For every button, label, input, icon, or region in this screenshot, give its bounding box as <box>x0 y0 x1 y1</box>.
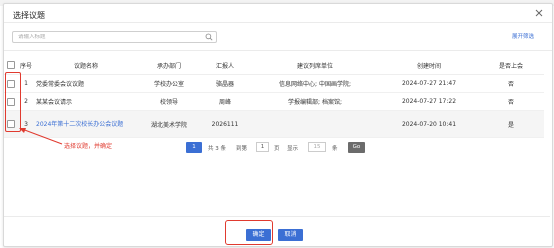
close-icon[interactable] <box>534 8 544 18</box>
cell-created: 2024-07-27 21:47 <box>380 74 478 93</box>
search-input[interactable] <box>18 34 198 40</box>
checkbox-highlight-box <box>5 72 21 132</box>
topic-table: 序号 议题名称 承办部门 汇报人 建议列席单位 创建时间 是否上会 1 党委常委… <box>4 56 544 138</box>
cell-units: 学报编辑部; 档案馆; <box>250 92 380 111</box>
col-header-units: 建议列席单位 <box>250 56 380 75</box>
page-unit-label: 页 <box>274 146 280 152</box>
col-header-created: 创建时间 <box>380 56 478 75</box>
dialog-title: 选择议题 <box>13 11 45 20</box>
cell-reporter: 周峰 <box>200 92 250 111</box>
col-header-dept: 承办部门 <box>138 56 200 75</box>
cell-meeting: 否 <box>478 74 544 93</box>
col-header-reporter: 汇报人 <box>200 56 250 75</box>
search-box <box>12 31 217 43</box>
cell-title: 某某会议请示 <box>34 92 138 111</box>
goto-page-input[interactable]: 1 <box>256 142 269 152</box>
go-button[interactable]: Go <box>348 142 365 153</box>
cell-created: 2024-07-27 17:22 <box>380 92 478 111</box>
total-count: 共 3 条 <box>208 146 226 152</box>
table-header-row: 序号 议题名称 承办部门 汇报人 建议列席单位 创建时间 是否上会 <box>4 56 544 75</box>
annotation-text: 选择议题，并确定 <box>64 143 113 150</box>
annotation-arrow-icon <box>19 128 63 145</box>
cell-units <box>250 110 380 138</box>
header-divider <box>4 22 552 23</box>
select-all-checkbox[interactable] <box>7 61 15 69</box>
col-header-meeting: 是否上会 <box>478 56 544 75</box>
cell-units: 信息网络中心; 中国画学院; <box>250 74 380 93</box>
search-icon[interactable] <box>205 33 213 41</box>
page-button-current[interactable]: 1 <box>186 142 202 153</box>
cell-reporter: 2026111 <box>200 110 250 138</box>
cell-title: 党委常委会议议题 <box>34 74 138 93</box>
cell-dept: 校领导 <box>138 92 200 111</box>
cell-created: 2024-07-20 10:41 <box>380 110 478 138</box>
col-header-title: 议题名称 <box>34 56 138 75</box>
expand-filter-link[interactable]: 展开筛选 <box>512 32 534 40</box>
size-unit-label: 条 <box>332 146 338 152</box>
cell-meeting: 否 <box>478 92 544 111</box>
cell-reporter: 骆晶器 <box>200 74 250 93</box>
cancel-button[interactable]: 取消 <box>278 229 303 241</box>
goto-label: 到第 <box>236 146 248 152</box>
footer-divider <box>4 216 550 217</box>
page-size-input[interactable]: 15 <box>308 142 326 152</box>
cell-dept: 湖北美术学院 <box>138 110 200 138</box>
search-divider <box>4 50 552 51</box>
table-row[interactable]: 1 党委常委会议议题 学校办公室 骆晶器 信息网络中心; 中国画学院; 2024… <box>4 74 544 93</box>
ok-button[interactable]: 确定 <box>246 229 271 241</box>
table-row[interactable]: 3 2024年第十二次校长办公会议题 湖北美术学院 2026111 2024-0… <box>4 110 544 138</box>
table-row[interactable]: 2 某某会议请示 校领导 周峰 学报编辑部; 档案馆; 2024-07-27 1… <box>4 92 544 111</box>
show-label: 显示 <box>287 146 299 152</box>
cell-meeting: 是 <box>478 110 544 138</box>
cell-dept: 学校办公室 <box>138 74 200 93</box>
